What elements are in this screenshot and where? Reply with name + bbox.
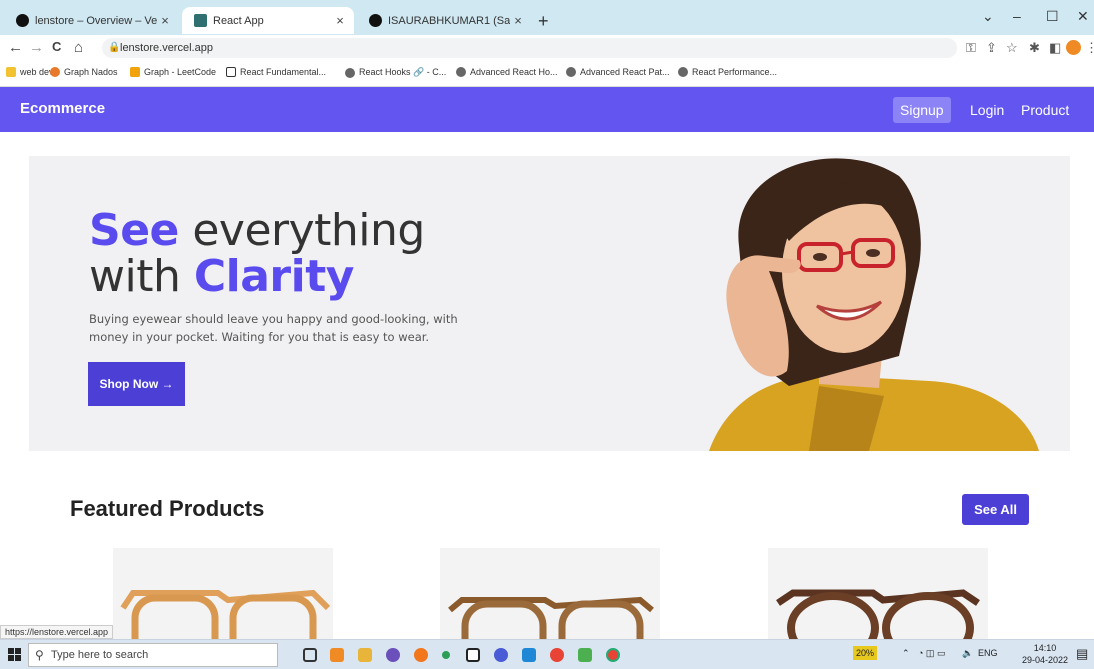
- page-icon: [226, 67, 236, 77]
- shop-now-button[interactable]: Shop Now →: [88, 362, 185, 406]
- bookmark-favicon-icon: [50, 67, 60, 77]
- profile-avatar[interactable]: [1066, 40, 1081, 55]
- github-desktop-icon[interactable]: [386, 648, 400, 662]
- featured-products-heading: Featured Products: [70, 496, 265, 521]
- windows-start-icon[interactable]: [8, 648, 21, 661]
- chrome-icon[interactable]: [606, 648, 620, 662]
- close-tab-icon[interactable]: ×: [332, 13, 348, 28]
- speaker-icon[interactable]: 🔈: [962, 648, 973, 659]
- clock[interactable]: 14:10 29-04-2022: [1020, 642, 1070, 666]
- tab-react-app[interactable]: React App ×: [182, 7, 354, 34]
- globe-icon: [678, 67, 688, 77]
- product-card[interactable]: [768, 548, 988, 643]
- model-with-glasses-image: [709, 158, 1039, 451]
- share-icon[interactable]: ⇪: [986, 40, 997, 56]
- maximize-button[interactable]: ☐: [1046, 8, 1059, 25]
- forward-arrow-icon[interactable]: →: [29, 39, 44, 56]
- notion-icon[interactable]: [466, 648, 480, 662]
- site-navbar: Ecommerce Signup Login Product: [0, 87, 1094, 132]
- windows-taskbar: ⚲ Type here to search 20% ⌃ ◔ ◫ ▭ 🔈 ENG …: [0, 639, 1094, 669]
- url-input[interactable]: 🔒 lenstore.vercel.app: [102, 38, 957, 58]
- globe-icon: [566, 67, 576, 77]
- bookmark-item[interactable]: Advanced React Pat...: [566, 67, 670, 77]
- status-url-tooltip: https://lenstore.vercel.app: [0, 625, 114, 639]
- bookmark-item[interactable]: Advanced React Ho...: [456, 67, 558, 77]
- product-card[interactable]: [440, 548, 660, 643]
- browser-tab-bar: lenstore – Overview – Vercel × React App…: [0, 0, 1094, 35]
- app-icon[interactable]: [442, 651, 450, 659]
- brand-logo[interactable]: Ecommerce: [20, 100, 105, 117]
- lock-icon: 🔒: [108, 42, 121, 53]
- notification-icon[interactable]: ▤: [1076, 646, 1088, 662]
- bookmark-item[interactable]: Graph - LeetCode: [130, 67, 216, 77]
- tab-github-profile[interactable]: ISAURABHKUMAR1 (Saurabh K... ×: [357, 7, 532, 34]
- vscode-icon[interactable]: [522, 648, 536, 662]
- eyeglasses-product-image: [776, 589, 980, 643]
- github-favicon-icon: [369, 14, 382, 27]
- taskbar-search-input[interactable]: ⚲ Type here to search: [28, 643, 278, 667]
- hero-banner: See everything with Clarity Buying eyewe…: [29, 156, 1070, 451]
- tab-lenstore-vercel[interactable]: lenstore – Overview – Vercel ×: [4, 7, 179, 34]
- back-arrow-icon[interactable]: ←: [8, 39, 23, 56]
- tray-network-icon[interactable]: ◔ ◫ ▭: [918, 648, 945, 659]
- file-explorer-icon[interactable]: [358, 648, 372, 662]
- bookmark-star-icon[interactable]: ☆: [1006, 40, 1018, 56]
- drive-icon[interactable]: [578, 648, 592, 662]
- see-all-button[interactable]: See All: [962, 494, 1029, 525]
- task-view-icon[interactable]: [303, 648, 317, 662]
- battery-indicator[interactable]: 20%: [853, 646, 878, 660]
- close-tab-icon[interactable]: ×: [510, 13, 526, 28]
- chrome-icon[interactable]: [550, 648, 564, 662]
- product-card[interactable]: [113, 548, 333, 643]
- hero-title: See everything with Clarity: [89, 205, 425, 302]
- vercel-favicon-icon: [16, 14, 29, 27]
- bookmark-item[interactable]: React Fundamental...: [226, 67, 326, 77]
- bookmark-item[interactable]: web dev: [6, 67, 54, 77]
- reload-icon[interactable]: C: [52, 39, 61, 54]
- discord-icon[interactable]: [494, 648, 508, 662]
- sidepanel-icon[interactable]: ◧: [1049, 40, 1061, 56]
- address-bar-row: ← → C ⌂ 🔒 lenstore.vercel.app ⚿ ⇪ ☆ ✱ ◧ …: [0, 35, 1094, 61]
- bookmark-item[interactable]: Graph Nados: [50, 67, 118, 77]
- bookmark-item[interactable]: React Hooks 🔗 - C...: [345, 67, 446, 78]
- close-window-button[interactable]: ✕: [1077, 8, 1089, 25]
- bookmarks-bar: web dev Graph Nados Graph - LeetCode Rea…: [0, 61, 1094, 87]
- vlc-icon[interactable]: [330, 648, 344, 662]
- tray-chevron-icon[interactable]: ⌃: [902, 648, 910, 659]
- login-link[interactable]: Login: [963, 97, 1011, 123]
- eyeglasses-product-image: [120, 589, 331, 643]
- react-favicon-icon: [194, 14, 207, 27]
- hero-description: Buying eyewear should leave you happy an…: [89, 312, 458, 344]
- leetcode-icon: [130, 67, 140, 77]
- key-icon[interactable]: ⚿: [966, 40, 976, 56]
- brave-icon[interactable]: [414, 648, 428, 662]
- menu-kebab-icon[interactable]: ⋮: [1085, 40, 1094, 56]
- search-icon: ⚲: [35, 648, 44, 662]
- globe-icon: [345, 67, 355, 78]
- folder-icon: [6, 67, 16, 77]
- home-icon[interactable]: ⌂: [74, 39, 83, 56]
- signup-link[interactable]: Signup: [893, 97, 951, 123]
- new-tab-button[interactable]: +: [538, 11, 549, 32]
- globe-icon: [456, 67, 466, 77]
- bookmark-item[interactable]: React Performance...: [678, 67, 777, 77]
- extensions-icon[interactable]: ✱: [1029, 40, 1040, 56]
- eyeglasses-product-image: [448, 596, 654, 643]
- minimize-button[interactable]: –: [1013, 8, 1021, 24]
- language-indicator[interactable]: ENG: [978, 648, 998, 658]
- close-tab-icon[interactable]: ×: [157, 13, 173, 28]
- product-link[interactable]: Product: [1014, 97, 1076, 123]
- tab-search-icon[interactable]: ⌄: [982, 8, 994, 25]
